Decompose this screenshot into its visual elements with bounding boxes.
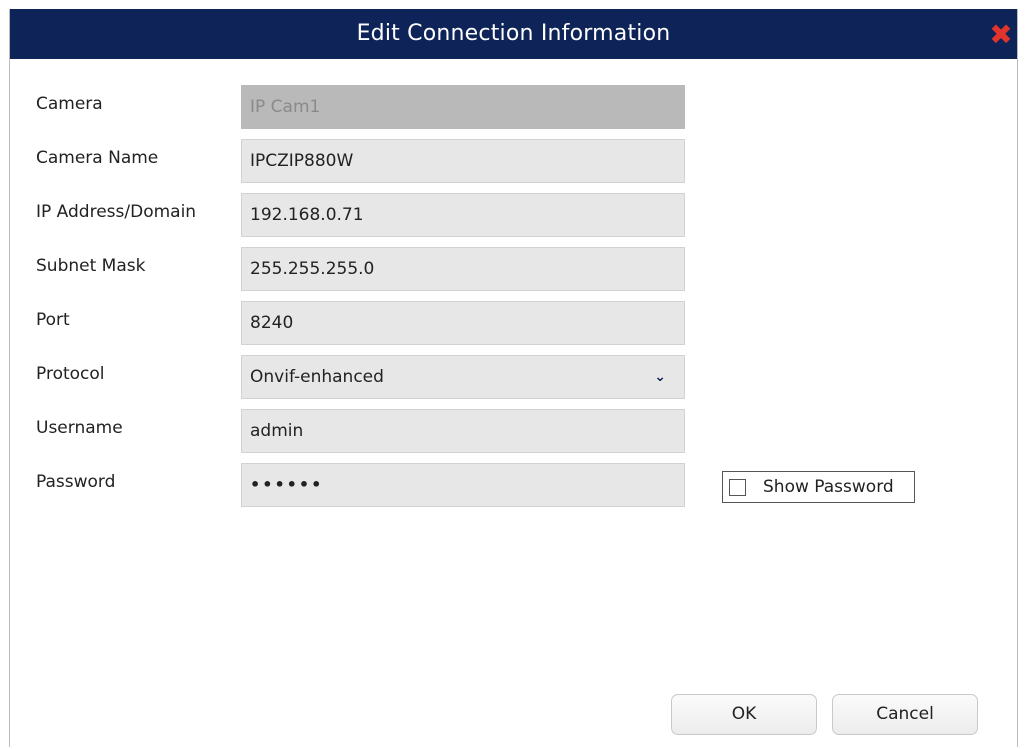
port-label: Port — [36, 310, 70, 330]
username-field[interactable]: admin — [241, 409, 685, 453]
protocol-value: Onvif-enhanced — [250, 367, 384, 387]
camera-field: IP Cam1 — [241, 85, 685, 129]
ip-address-field[interactable]: 192.168.0.71 — [241, 193, 685, 237]
camera-name-field[interactable]: IPCZIP880W — [241, 139, 685, 183]
cancel-button[interactable]: Cancel — [832, 694, 978, 735]
subnet-mask-field[interactable]: 255.255.255.0 — [241, 247, 685, 291]
camera-label: Camera — [36, 94, 103, 114]
password-value: •••••• — [250, 475, 324, 494]
edit-connection-dialog: Edit Connection Information ✖ Camera IP … — [9, 9, 1018, 747]
camera-name-label: Camera Name — [36, 148, 159, 168]
port-field[interactable]: 8240 — [241, 301, 685, 345]
username-label: Username — [36, 418, 123, 438]
chevron-down-icon: ⌄ — [654, 369, 666, 385]
ip-address-label: IP Address/Domain — [36, 202, 197, 222]
password-label: Password — [36, 472, 116, 492]
dialog-title-bar: Edit Connection Information ✖ — [10, 9, 1017, 59]
show-password-toggle[interactable]: Show Password — [722, 471, 915, 503]
show-password-label: Show Password — [763, 477, 894, 497]
subnet-mask-label: Subnet Mask — [36, 256, 146, 276]
show-password-checkbox[interactable] — [729, 479, 746, 496]
close-icon[interactable]: ✖ — [987, 21, 1015, 49]
protocol-label: Protocol — [36, 364, 105, 384]
ok-button[interactable]: OK — [671, 694, 817, 735]
password-field[interactable]: •••••• — [241, 463, 685, 507]
protocol-select[interactable]: Onvif-enhanced ⌄ — [241, 355, 685, 399]
dialog-title: Edit Connection Information — [356, 21, 671, 46]
